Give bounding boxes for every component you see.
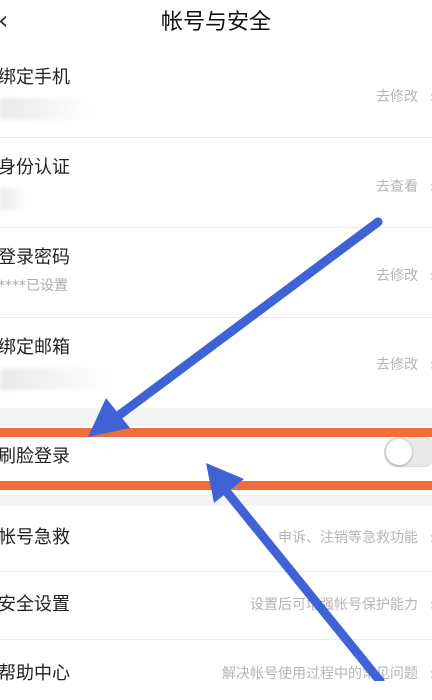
annotation-arrows (88, 217, 385, 681)
arrow-down-left (88, 217, 383, 437)
arrow-up-left (206, 463, 385, 681)
